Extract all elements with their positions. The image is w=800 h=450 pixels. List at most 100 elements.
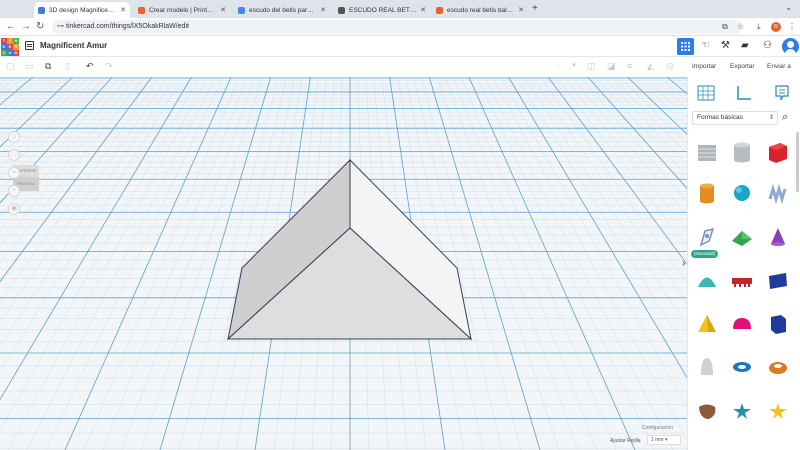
site-info-icon[interactable]: ⊶ <box>57 20 64 34</box>
google-favicon-icon <box>238 6 245 14</box>
address-bar-row: ← → ↻ ⊶ tinkercad.com/things/lX5OkakRlaW… <box>0 18 800 36</box>
close-tab-icon[interactable]: ✕ <box>220 6 226 14</box>
fit-view-icon[interactable]: ⛶ <box>8 149 20 161</box>
reload-icon[interactable]: ↻ <box>36 21 44 32</box>
tab-title: 3D design Magnificent Amur <box>49 6 117 14</box>
shape-polygon-icon[interactable] <box>766 312 790 336</box>
shape-shape-generator-icon[interactable] <box>695 225 719 249</box>
chevron-updown-icon: ⇕ <box>768 115 774 121</box>
align-icon[interactable]: ≡ <box>627 61 632 71</box>
shape-library-select[interactable]: Formas básicas ⇕ <box>692 111 778 125</box>
tinkercad-logo[interactable]: T I N K E R C A D <box>1 38 19 56</box>
shape-half-sphere-icon[interactable] <box>730 312 754 336</box>
panel-scrollbar[interactable] <box>796 132 799 192</box>
new-tab-button[interactable]: + <box>532 3 538 14</box>
shape-scribble-icon[interactable] <box>766 181 790 205</box>
shape-organic-shape-icon[interactable] <box>695 399 719 423</box>
add-user-icon[interactable]: ⚇ <box>763 40 772 51</box>
settings-link[interactable]: Configuración <box>642 425 673 431</box>
shape-torus-icon[interactable] <box>730 355 754 379</box>
user-avatar[interactable] <box>782 38 799 55</box>
shape-box-icon[interactable] <box>766 140 790 164</box>
shape-round-roof-icon[interactable] <box>695 268 719 292</box>
group-icon[interactable]: ◫ <box>587 61 596 72</box>
snap-grid-select[interactable]: 1 mm ▾ <box>647 435 681 445</box>
install-app-icon[interactable]: ⧉ <box>722 22 728 32</box>
url-field[interactable]: ⊶ tinkercad.com/things/lX5OkakRlaW/edit <box>52 20 742 34</box>
3d-view-grid-icon[interactable] <box>677 38 694 55</box>
browser-menu-icon[interactable]: ⋮ <box>788 22 796 31</box>
shape-cylinder-icon[interactable] <box>695 181 719 205</box>
shape-sphere-icon[interactable] <box>730 181 754 205</box>
close-tab-icon[interactable]: ✕ <box>518 6 524 14</box>
shape-cone-icon[interactable] <box>766 225 790 249</box>
shape-star-yellow-icon[interactable] <box>766 399 790 423</box>
shape-paraboloid-icon[interactable] <box>695 355 719 379</box>
home-view-icon[interactable]: ⌂ <box>8 131 20 143</box>
duplicate-icon[interactable]: ⧉ <box>45 61 51 72</box>
site-favicon-icon <box>338 6 345 14</box>
browser-tab[interactable]: 3D design Magnificent Amur ✕ <box>34 2 130 18</box>
shape-roof-icon[interactable] <box>730 225 754 249</box>
delete-icon[interactable]: ▯ <box>65 61 70 72</box>
shape-library-value: Formas básicas <box>697 114 743 121</box>
light-bulb-icon[interactable]: ◌ <box>555 61 560 71</box>
shape-tube-icon[interactable] <box>766 355 790 379</box>
paste-icon[interactable]: ▭ <box>25 61 34 72</box>
sim-lab-icon[interactable]: ▰ <box>741 40 749 51</box>
snap-grid-value: 1 mm <box>651 437 664 443</box>
cruise-icon[interactable]: ◎ <box>666 61 674 72</box>
printables-favicon-icon <box>436 6 443 14</box>
shapes-panel: Formas básicas ⇕ ⌕ <box>687 77 800 450</box>
close-tab-icon[interactable]: ✕ <box>120 6 126 14</box>
back-icon[interactable]: ← <box>6 21 16 32</box>
perspective-icon[interactable]: ◉ <box>8 203 20 215</box>
workplane[interactable]: SUPERIOR FRONTAL ⌂ ⛶ + − ◉ <box>0 77 687 450</box>
blocks-hand-icon[interactable]: ☜ <box>701 40 710 51</box>
chevron-down-icon[interactable]: ▼ <box>571 63 577 69</box>
copy-icon[interactable]: ▢ <box>6 61 15 72</box>
design-menu-icon[interactable] <box>25 41 34 50</box>
mirror-icon[interactable]: ◭ <box>647 61 654 72</box>
zoom-in-icon[interactable]: + <box>8 167 20 179</box>
close-tab-icon[interactable]: ✕ <box>420 6 426 14</box>
ruler-icon[interactable] <box>734 83 754 103</box>
browser-tab[interactable]: escudo del betis para imprim ✕ <box>234 2 330 18</box>
redo-icon[interactable]: ↷ <box>105 61 113 72</box>
roof-shape[interactable] <box>226 158 473 341</box>
browser-tab[interactable]: escudo real betis balompié p ✕ <box>432 2 528 18</box>
bookmark-star-icon[interactable]: ☆ <box>737 22 744 31</box>
new-badge: (Novedad) <box>691 250 719 258</box>
tab-title: escudo del betis para imprim <box>249 6 317 14</box>
shape-wedge-icon[interactable] <box>766 268 790 292</box>
shape-box-striped-icon[interactable] <box>695 140 719 164</box>
bricks-pickaxe-icon[interactable]: ⚒ <box>721 40 730 51</box>
workplane-grid-icon[interactable] <box>696 83 716 103</box>
close-tab-icon[interactable]: ✕ <box>320 6 326 14</box>
ungroup-icon[interactable]: ◪ <box>607 61 616 72</box>
profile-avatar[interactable]: R <box>771 22 781 32</box>
undo-icon[interactable]: ↶ <box>86 61 94 72</box>
import-button[interactable]: Importar <box>692 63 716 70</box>
tab-search-icon[interactable]: ⌄ <box>785 3 792 12</box>
printables-favicon-icon <box>138 6 145 14</box>
search-icon[interactable]: ⌕ <box>782 111 788 124</box>
download-icon[interactable]: ⤓ <box>757 22 761 32</box>
url-text: tinkercad.com/things/lX5OkakRlaW/edit <box>66 23 189 30</box>
send-to-button[interactable]: Enviar a <box>767 63 791 70</box>
tab-title: escudo real betis balompié p <box>447 6 516 14</box>
shape-pyramid-icon[interactable] <box>695 312 719 336</box>
zoom-out-icon[interactable]: − <box>8 185 20 197</box>
browser-tab[interactable]: Crear modelo | Printables.co ✕ <box>134 2 230 18</box>
notes-icon[interactable] <box>772 83 792 103</box>
shape-text-icon[interactable] <box>730 268 754 292</box>
project-title[interactable]: Magnificent Amur <box>40 41 107 50</box>
shape-star-icon[interactable] <box>730 399 754 423</box>
export-button[interactable]: Exportar <box>730 63 755 70</box>
shape-cylinder-striped-icon[interactable] <box>730 140 754 164</box>
tab-title: ESCUDO REAL BETIS BALOM <box>349 6 417 14</box>
forward-icon[interactable]: → <box>21 21 31 32</box>
browser-tab[interactable]: ESCUDO REAL BETIS BALOM ✕ <box>334 2 430 18</box>
browser-tab-bar: 3D design Magnificent Amur ✕ Crear model… <box>0 0 800 18</box>
collapse-panel-icon[interactable]: › <box>682 258 685 269</box>
